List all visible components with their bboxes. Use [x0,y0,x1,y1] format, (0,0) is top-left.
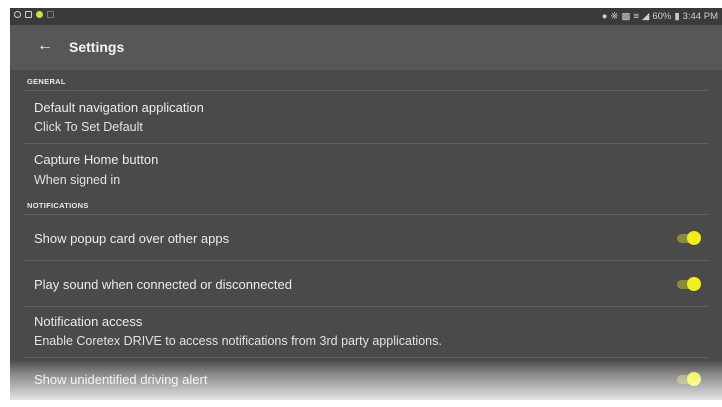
setting-notification-access[interactable]: Notification access Enable Coretex DRIVE… [10,307,722,357]
setting-title: Notification access [34,314,143,329]
toggle-unidentified-driving-alert[interactable] [677,371,701,387]
vibrate-icon: ≡ [633,11,640,22]
setting-summary: When signed in [34,173,121,187]
arrow-left-icon[interactable]: ← [34,35,56,57]
location-icon: ● [601,11,608,22]
setting-capture-home-button[interactable]: Capture Home button When signed in [10,144,722,198]
signal-icon: ◢ [642,11,650,22]
setting-title: Capture Home button [34,152,159,167]
clock: 3:44 PM [682,11,718,22]
status-bar-right-icons: ● ※ ▩ ≡ ◢ 60% ▮ 3:44 PM [602,11,718,22]
section-header-notifications: NOTIFICATIONS [27,201,89,210]
setting-summary: Click To Set Default [34,120,143,134]
toggle-play-sound[interactable] [677,276,701,292]
nfc-icon: ▩ [621,11,631,22]
section-header-general: GENERAL [27,77,66,86]
setting-unidentified-driving-alert[interactable]: Show unidentified driving alert [10,358,722,400]
toolbar: ← Settings [10,25,722,70]
bluetooth-icon: ※ [610,11,619,22]
setting-title: Play sound when connected or disconnecte… [34,277,293,292]
setting-title: Default navigation application [34,100,204,115]
page-title: Settings [69,39,125,55]
blocked-icon [14,11,21,18]
setting-summary: Enable Coretex DRIVE to access notificat… [34,334,442,348]
setting-show-popup-card[interactable]: Show popup card over other apps [10,215,722,260]
battery-level: 60% [652,11,672,22]
notification-icon [25,11,32,18]
toggle-thumb [687,277,701,291]
status-bar: ● ※ ▩ ≡ ◢ 60% ▮ 3:44 PM [10,8,722,25]
status-dot-icon [36,11,43,18]
battery-icon: ▮ [674,11,680,22]
setting-title: Show unidentified driving alert [34,372,208,387]
setting-title: Show popup card over other apps [34,231,230,246]
toggle-thumb [687,231,701,245]
setting-default-navigation[interactable]: Default navigation application Click To … [10,91,722,143]
setting-play-sound[interactable]: Play sound when connected or disconnecte… [10,261,722,306]
toggle-thumb [687,372,701,386]
status-bar-left-icons [14,11,54,18]
sim-icon [47,11,54,18]
toggle-show-popup-card[interactable] [677,230,701,246]
screen: ● ※ ▩ ≡ ◢ 60% ▮ 3:44 PM ← Settings GENER… [10,8,722,400]
